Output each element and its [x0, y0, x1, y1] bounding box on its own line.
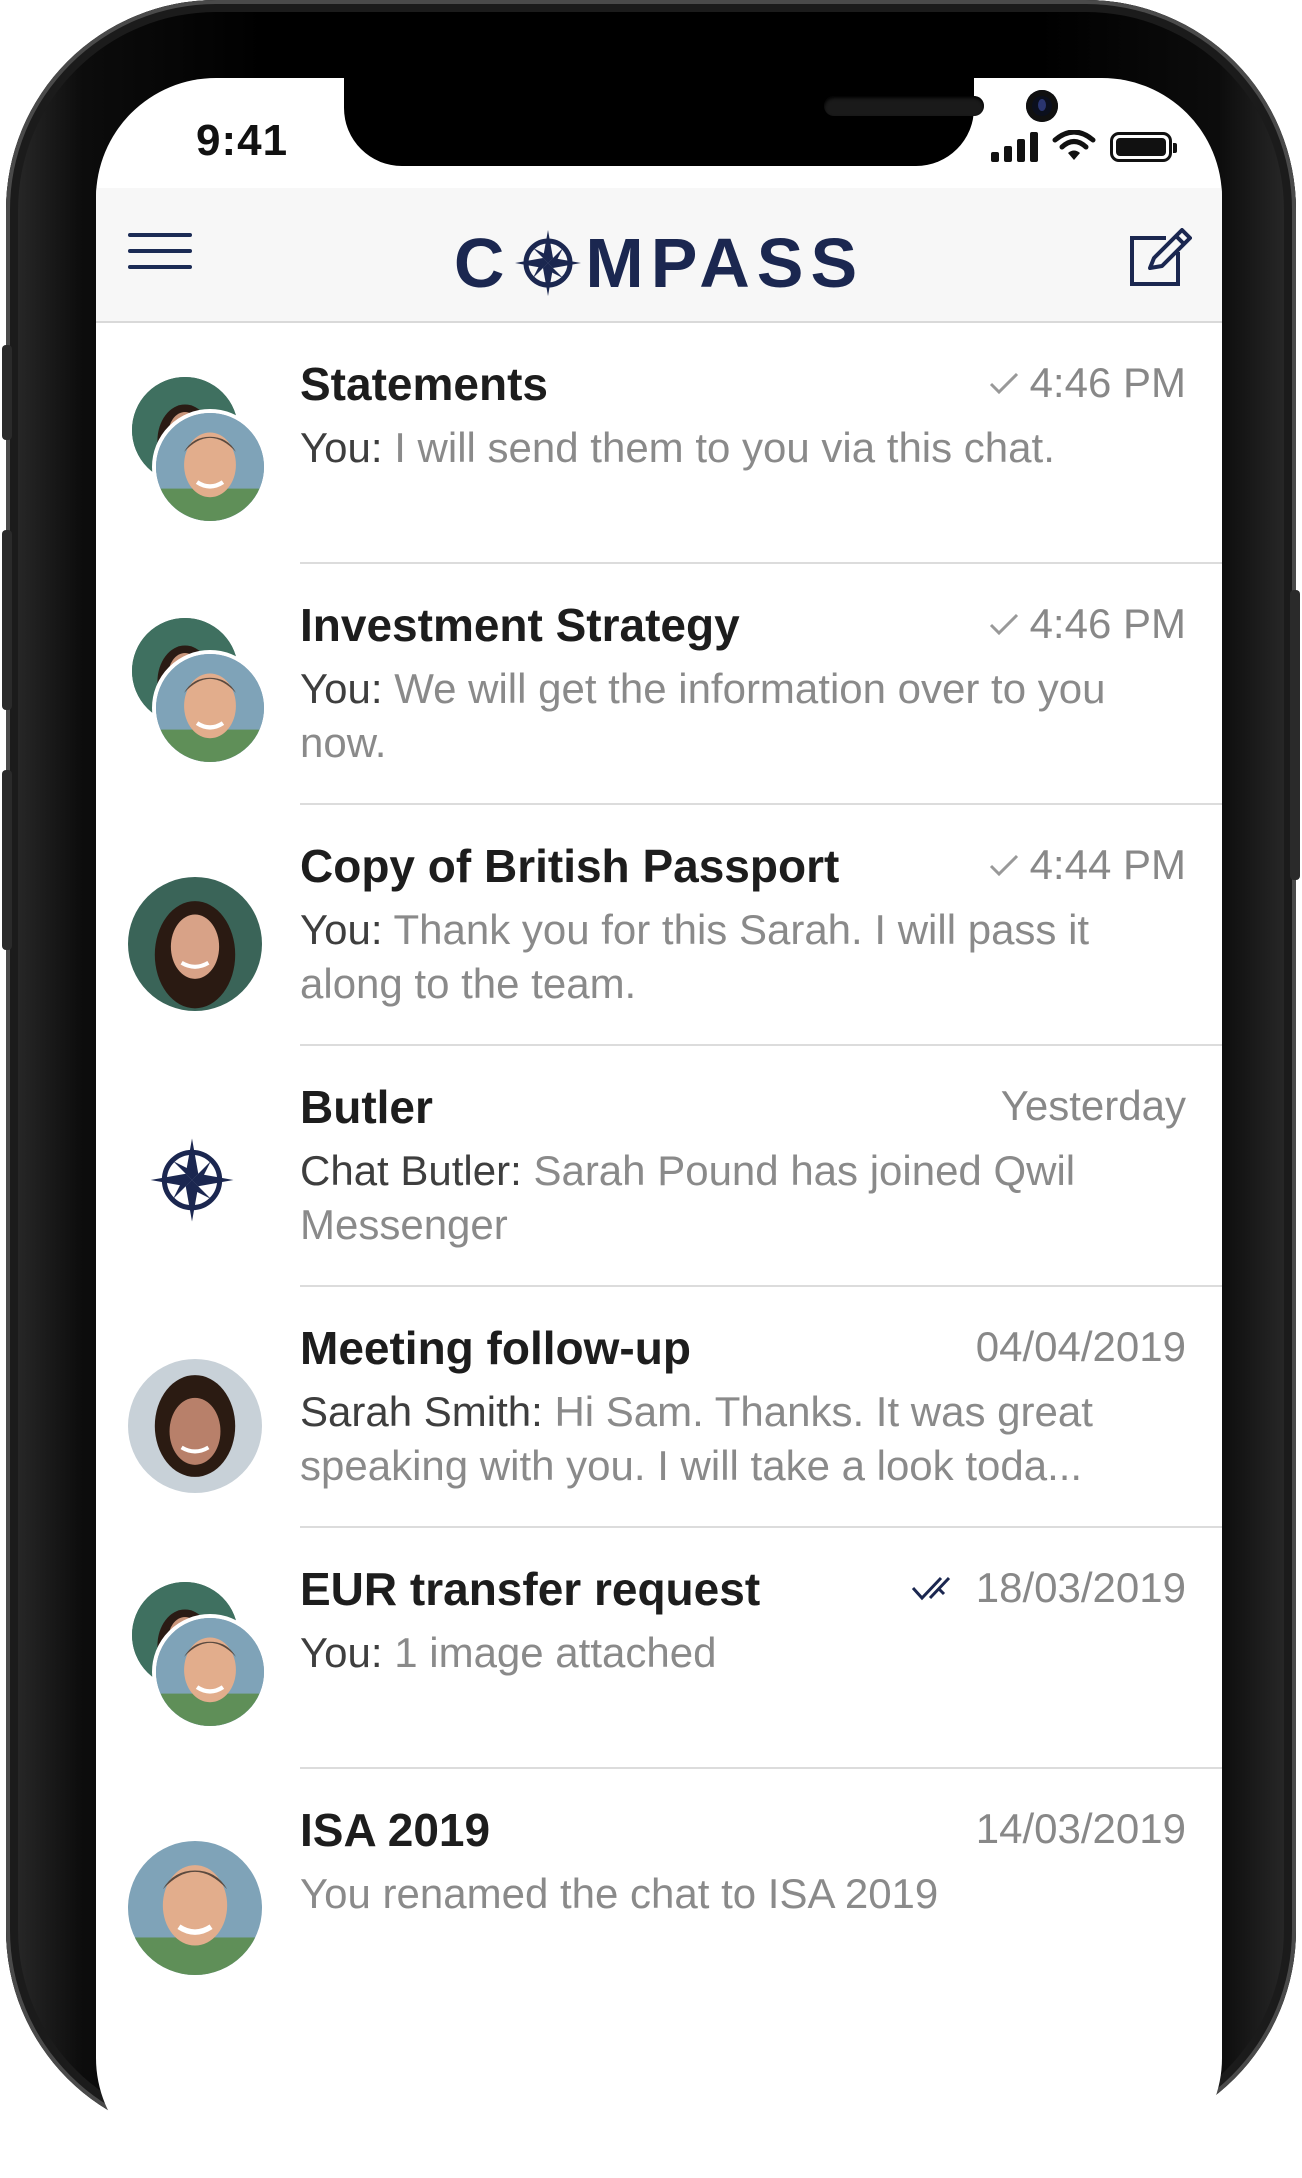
status-icons [991, 122, 1177, 162]
chat-row[interactable]: ISA 2019 14/03/2019 You renamed the chat… [96, 1769, 1222, 2010]
notch [344, 78, 1058, 166]
group-avatar [128, 614, 268, 766]
avatar-photo [128, 877, 262, 1011]
chat-title: Investment Strategy [300, 599, 740, 651]
speaker-grille [824, 96, 984, 116]
chat-title: Copy of British Passport [300, 840, 840, 892]
chat-time: 4:44 PM [988, 841, 1186, 889]
power-button [1290, 590, 1300, 880]
chat-time-text: 14/03/2019 [975, 1805, 1186, 1852]
chat-time: 4:46 PM [988, 359, 1186, 407]
logo-text-start: C [453, 224, 512, 302]
cellular-signal-icon [991, 132, 1038, 162]
chat-sender: You: [300, 906, 383, 953]
chat-sender: Sarah Smith: [300, 1388, 543, 1435]
chat-title: ISA 2019 [300, 1804, 491, 1856]
battery-icon [1110, 132, 1177, 162]
chat-time-text: 18/03/2019 [975, 1564, 1186, 1611]
screen: 9:41 C MPASS Statements 4:46 PM You: I w… [96, 78, 1222, 2178]
man-avatar [128, 1819, 268, 1975]
chat-title: EUR transfer request [300, 1563, 761, 1615]
chat-time: 18/03/2019 [910, 1564, 1186, 1612]
chat-sender: You: [300, 665, 383, 712]
chat-message: I will send them to you via this chat. [394, 424, 1055, 471]
logo-text-end: MPASS [585, 224, 865, 302]
avatar-photo [128, 1359, 262, 1493]
chat-row[interactable]: Meeting follow-up 04/04/2019 Sarah Smith… [96, 1287, 1222, 1528]
avatar-photo [128, 1841, 262, 1975]
chat-preview: You: I will send them to you via this ch… [300, 421, 1186, 475]
chat-message: You renamed the chat to ISA 2019 [300, 1870, 939, 1917]
compass-rose-icon [515, 230, 582, 296]
chat-preview: You: Thank you for this Sarah. I will pa… [300, 903, 1186, 1011]
compass-avatar [128, 1096, 268, 1236]
front-camera [1026, 90, 1058, 122]
chat-time-text: 4:44 PM [1029, 841, 1186, 888]
chat-message: Thank you for this Sarah. I will pass it… [300, 906, 1090, 1007]
sent-check-icon [989, 613, 1018, 636]
avatar-front [152, 650, 268, 766]
compass-icon [150, 1138, 234, 1222]
compass-logo: C MPASS [96, 223, 1222, 303]
chat-time-text: 4:46 PM [1029, 359, 1186, 406]
woman-avatar [128, 855, 268, 1011]
chat-time-text: Yesterday [1000, 1082, 1186, 1129]
chat-time-text: 4:46 PM [1029, 600, 1186, 647]
chat-time: 4:46 PM [988, 600, 1186, 648]
chat-title: Butler [300, 1081, 433, 1133]
chat-time: Yesterday [1001, 1082, 1186, 1130]
compose-button[interactable] [1128, 228, 1192, 288]
chat-time: 04/04/2019 [976, 1323, 1186, 1371]
chat-message: 1 image attached [394, 1629, 717, 1676]
woman-avatar [128, 1337, 268, 1493]
wifi-icon [1052, 130, 1096, 160]
chat-row[interactable]: Investment Strategy 4:46 PM You: We will… [96, 564, 1222, 805]
chat-time-text: 04/04/2019 [975, 1323, 1186, 1370]
status-time: 9:41 [196, 116, 289, 165]
volume-down-button [2, 770, 12, 950]
volume-up-button [2, 530, 12, 710]
chat-preview: You: 1 image attached [300, 1626, 1186, 1680]
sent-check-icon [989, 854, 1018, 877]
chat-message: We will get the information over to you … [300, 665, 1106, 766]
avatar-front [152, 1614, 268, 1730]
chat-row[interactable]: Statements 4:46 PM You: I will send them… [96, 323, 1222, 564]
chat-row[interactable]: Copy of British Passport 4:44 PM You: Th… [96, 805, 1222, 1046]
chat-preview: You: We will get the information over to… [300, 662, 1186, 770]
chat-sender: You: [300, 424, 383, 471]
mute-switch [2, 345, 12, 440]
read-double-check-icon [911, 1576, 950, 1601]
phone-frame: 9:41 C MPASS Statements 4:46 PM You: I w… [2, 0, 1300, 2178]
chat-title: Meeting follow-up [300, 1322, 691, 1374]
sent-check-icon [989, 372, 1018, 395]
chat-title: Statements [300, 358, 548, 410]
avatar-front [152, 409, 268, 525]
app-header: C MPASS [96, 188, 1222, 323]
chat-preview: Chat Butler: Sarah Pound has joined Qwil… [300, 1144, 1186, 1252]
chat-preview: You renamed the chat to ISA 2019 [300, 1867, 1186, 1921]
chat-list: Statements 4:46 PM You: I will send them… [96, 323, 1222, 2010]
chat-sender: Chat Butler: [300, 1147, 522, 1194]
group-avatar [128, 373, 268, 525]
chat-preview: Sarah Smith: Hi Sam. Thanks. It was grea… [300, 1385, 1186, 1493]
chat-row[interactable]: Butler Yesterday Chat Butler: Sarah Poun… [96, 1046, 1222, 1287]
chat-row[interactable]: EUR transfer request 18/03/2019 You: 1 i… [96, 1528, 1222, 1769]
chat-sender: You: [300, 1629, 383, 1676]
chat-time: 14/03/2019 [976, 1805, 1186, 1853]
group-avatar [128, 1578, 268, 1730]
